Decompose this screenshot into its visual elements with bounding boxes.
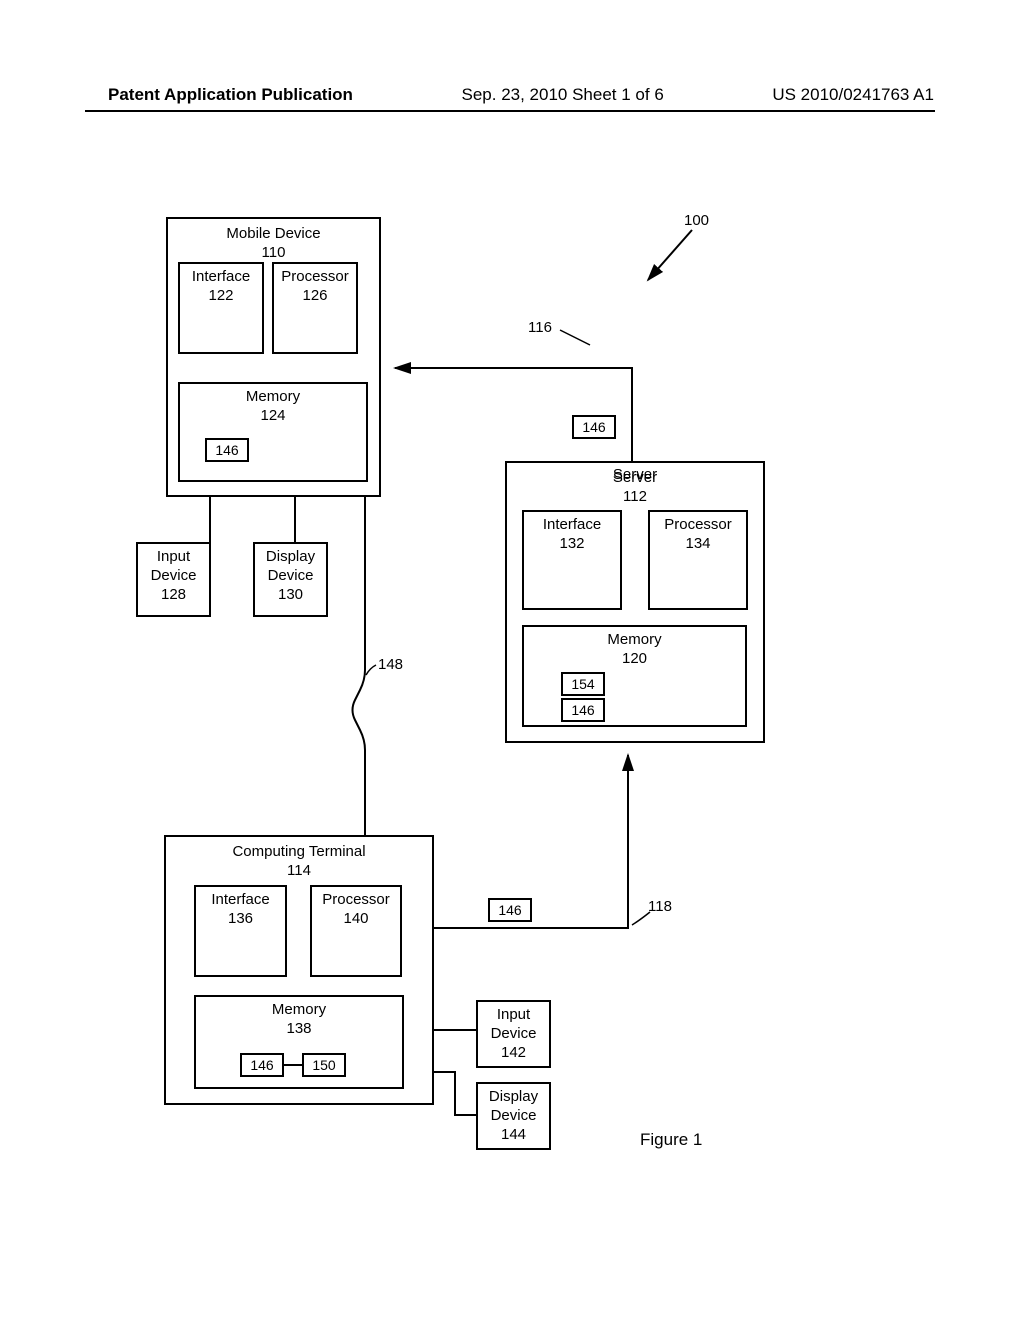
mobile-input-l2: Device: [151, 567, 197, 586]
server-interface-l1: Interface: [543, 516, 601, 535]
terminal-input-l3: 142: [501, 1044, 526, 1063]
server-mem-item2-l: 146: [571, 702, 594, 720]
mobile-proc-l2: 126: [302, 287, 327, 306]
terminal-num: 114: [287, 862, 311, 881]
server-mem-item1: 154: [561, 672, 605, 696]
terminal-mem-l1: Memory: [272, 1001, 326, 1020]
terminal-interface-l2: 136: [228, 910, 253, 929]
terminal-memory-box: Memory 138: [194, 995, 404, 1089]
terminal-interface-l1: Interface: [211, 891, 269, 910]
link118-label: 118: [648, 898, 672, 915]
mobile-processor-box: Processor 126: [272, 262, 358, 354]
terminal-input-device-box: Input Device 142: [476, 1000, 551, 1068]
terminal-mem-item1-l: 146: [250, 1057, 273, 1075]
link148-label: 148: [378, 656, 403, 673]
server-mem-item1-l: 154: [571, 676, 594, 694]
mobile-interface-l2: 122: [208, 287, 233, 306]
server-interface-box: Interface 132: [522, 510, 622, 610]
terminal-proc-l2: 140: [343, 910, 368, 929]
server-processor-box: Processor 134: [648, 510, 748, 610]
mobile-interface-box: Interface 122: [178, 262, 264, 354]
server-proc-l1: Processor: [664, 516, 732, 535]
link118-item-l: 146: [498, 902, 521, 920]
mobile-input-l1: Input: [157, 548, 190, 567]
terminal-input-l1: Input: [497, 1006, 530, 1025]
mobile-num: 110: [262, 244, 286, 263]
mobile-display-l1: Display: [266, 548, 315, 567]
diagram-stage: 100 Mobile Device 110 Interface 122 Proc…: [0, 0, 1024, 1320]
terminal-interface-box: Interface 136: [194, 885, 287, 977]
mobile-display-device-box: Display Device 130: [253, 542, 328, 617]
mobile-display-l2: Device: [268, 567, 314, 586]
mobile-mem-item-l: 146: [215, 442, 238, 460]
link116-label: 116: [528, 319, 552, 336]
server-proc-l2: 134: [685, 535, 710, 554]
server-mem-l1: Memory: [607, 631, 661, 650]
server-mem-item2: 146: [561, 698, 605, 722]
terminal-mem-item2-l: 150: [312, 1057, 335, 1075]
mobile-mem-l1: Memory: [246, 388, 300, 407]
mobile-interface-l1: Interface: [192, 268, 250, 287]
server-memory-box: Memory 120: [522, 625, 747, 727]
link116-item-l: 146: [582, 419, 605, 437]
terminal-display-l3: 144: [501, 1126, 526, 1145]
terminal-input-l2: Device: [491, 1025, 537, 1044]
mobile-title: Mobile Device: [226, 225, 320, 244]
mobile-mem-item: 146: [205, 438, 249, 462]
mobile-mem-l2: 124: [260, 407, 285, 426]
mobile-input-l3: 128: [161, 586, 186, 605]
mobile-proc-l1: Processor: [281, 268, 349, 287]
figure-label: Figure 1: [640, 1130, 702, 1150]
mobile-memory-box: Memory 124: [178, 382, 368, 482]
terminal-display-device-box: Display Device 144: [476, 1082, 551, 1150]
link118-item: 146: [488, 898, 532, 922]
mobile-display-l3: 130: [278, 586, 303, 605]
terminal-display-l1: Display: [489, 1088, 538, 1107]
link116-item: 146: [572, 415, 616, 439]
terminal-proc-l1: Processor: [322, 891, 390, 910]
terminal-processor-box: Processor 140: [310, 885, 402, 977]
terminal-mem-l2: 138: [286, 1020, 311, 1039]
system-ref-label: 100: [684, 212, 709, 229]
terminal-display-l2: Device: [491, 1107, 537, 1126]
server-num: 112: [623, 488, 647, 507]
terminal-mem-item2: 150: [302, 1053, 346, 1077]
terminal-mem-item1: 146: [240, 1053, 284, 1077]
server-interface-l2: 132: [559, 535, 584, 554]
mobile-input-device-box: Input Device 128: [136, 542, 211, 617]
server-title-lab: Server: [600, 466, 670, 483]
terminal-title: Computing Terminal: [232, 843, 365, 862]
server-mem-l2: 120: [622, 650, 647, 669]
